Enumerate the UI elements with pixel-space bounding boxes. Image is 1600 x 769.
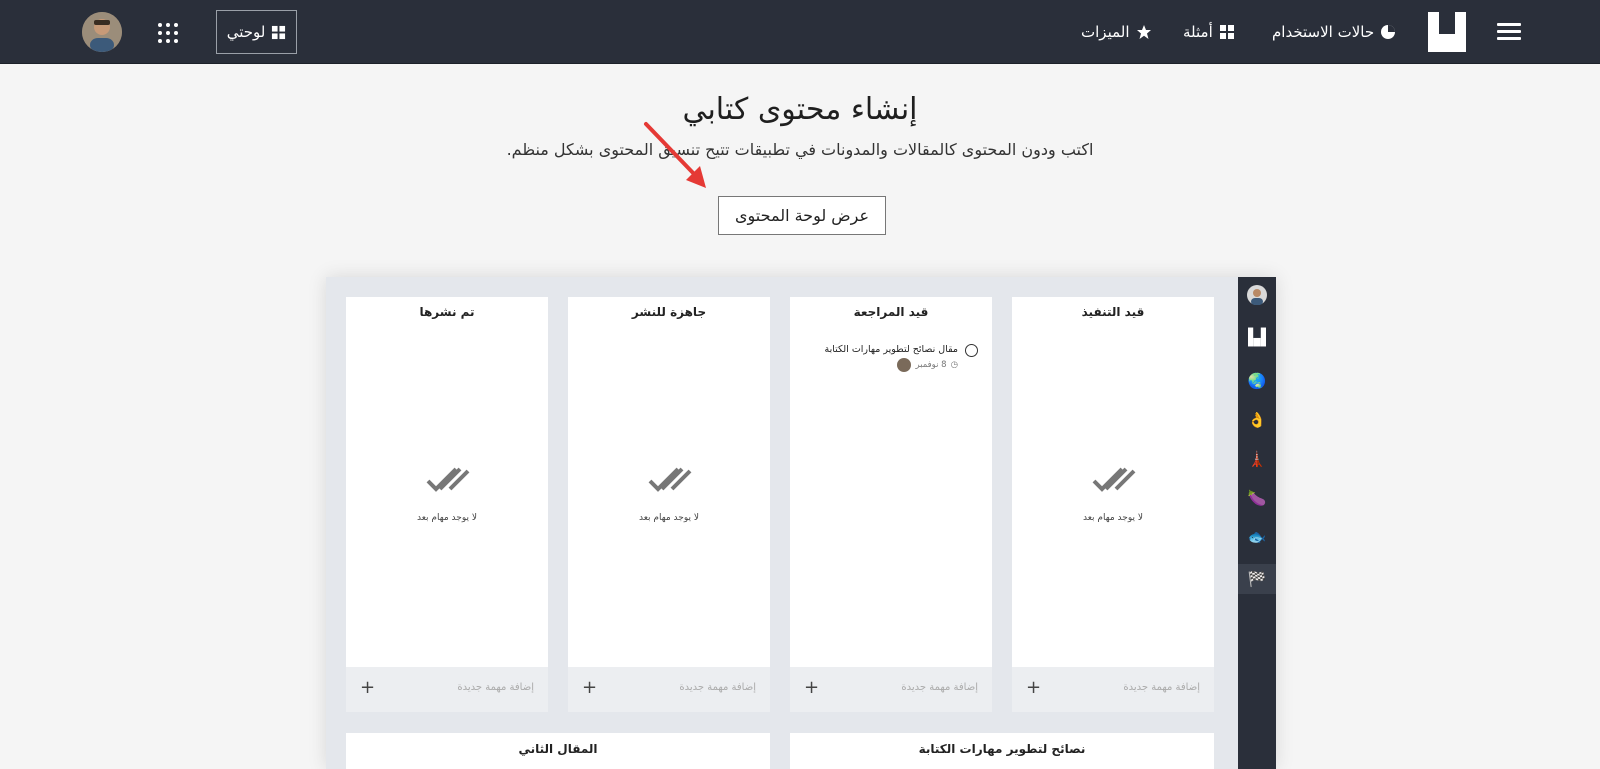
empty-state-text: لا يوجد مهام بعد bbox=[1082, 513, 1143, 523]
nav-examples[interactable]: أمثلة bbox=[1183, 20, 1235, 44]
avatar[interactable] bbox=[1247, 285, 1267, 305]
add-task-label: إضافة مهمة جديدة bbox=[679, 682, 756, 693]
add-task-row[interactable]: إضافة مهمة جديدة + bbox=[790, 667, 992, 712]
globe-icon[interactable]: 🌏 bbox=[1247, 371, 1267, 391]
board-card[interactable]: المقال الثاني bbox=[346, 733, 770, 769]
add-task-row[interactable]: إضافة مهمة جديدة + bbox=[1012, 667, 1214, 712]
task-title: مقال نصائح لتطوير مهارات الكتابة bbox=[824, 344, 958, 355]
checkered-flag-icon[interactable]: 🏁 bbox=[1238, 564, 1276, 594]
apps-grid-icon[interactable] bbox=[158, 23, 178, 43]
task-checkbox[interactable] bbox=[965, 344, 978, 357]
avatar bbox=[897, 358, 912, 372]
logo-icon[interactable] bbox=[1428, 12, 1466, 52]
double-check-icon bbox=[426, 467, 470, 492]
clock-icon: ◷ bbox=[950, 360, 958, 370]
column-title: تم نشرها bbox=[419, 305, 475, 319]
top-navbar: حالات الاستخدام أمثلة الميزات لوحتي bbox=[0, 0, 1600, 64]
star-icon bbox=[1136, 25, 1151, 39]
add-task-row[interactable]: إضافة مهمة جديدة + bbox=[568, 667, 770, 712]
page-subtitle: اكتب ودون المحتوى كالمقالات والمدونات في… bbox=[506, 140, 1094, 159]
grid-icon bbox=[272, 25, 286, 39]
add-task-row[interactable]: إضافة مهمة جديدة + bbox=[346, 667, 548, 712]
card-title: المقال الثاني bbox=[518, 742, 598, 756]
eggplant-icon[interactable]: 🍆 bbox=[1247, 488, 1267, 508]
nav-features-label: الميزات bbox=[1081, 23, 1130, 41]
board-card[interactable]: نصائح لتطوير مهارات الكتابة bbox=[790, 733, 1214, 769]
menu-icon[interactable] bbox=[1497, 23, 1521, 41]
nav-use-cases-label: حالات الاستخدام bbox=[1272, 23, 1375, 41]
plus-icon[interactable]: + bbox=[804, 677, 819, 698]
column-title: قيد المراجعة bbox=[853, 305, 929, 319]
add-task-label: إضافة مهمة جديدة bbox=[1123, 682, 1200, 693]
card-title: نصائح لتطوير مهارات الكتابة bbox=[918, 742, 1086, 756]
nav-use-cases[interactable]: حالات الاستخدام bbox=[1272, 20, 1396, 44]
double-check-icon bbox=[648, 467, 692, 492]
tower-icon[interactable]: 🗼 bbox=[1247, 449, 1267, 469]
column-title: قيد التنفيذ bbox=[1081, 305, 1145, 319]
plus-icon[interactable]: + bbox=[1026, 677, 1041, 698]
page-title: إنشاء محتوى كتابي bbox=[682, 92, 918, 127]
board-column: جاهزة للنشر لا يوجد مهام بعد إضافة مهمة … bbox=[568, 297, 770, 712]
fish-icon[interactable]: 🐟 bbox=[1247, 527, 1267, 547]
add-task-label: إضافة مهمة جديدة bbox=[457, 682, 534, 693]
plus-icon[interactable]: + bbox=[582, 677, 597, 698]
task-date: 8 نوفمبر bbox=[915, 360, 947, 370]
grid-icon bbox=[1219, 25, 1234, 39]
my-board-button[interactable]: لوحتي bbox=[216, 10, 297, 54]
task-meta: ◷ 8 نوفمبر bbox=[897, 358, 958, 372]
annotation-arrow-icon bbox=[644, 122, 706, 188]
empty-state-text: لا يوجد مهام بعد bbox=[638, 513, 699, 523]
board-sidebar: 🌏 👌 🗼 🍆 🐟 🏁 bbox=[1238, 277, 1276, 769]
empty-state-text: لا يوجد مهام بعد bbox=[416, 513, 477, 523]
pie-chart-icon bbox=[1381, 25, 1396, 39]
double-check-icon bbox=[1092, 467, 1136, 492]
ok-hand-icon[interactable]: 👌 bbox=[1247, 410, 1267, 430]
board-column: تم نشرها لا يوجد مهام بعد إضافة مهمة جدي… bbox=[346, 297, 548, 712]
column-title: جاهزة للنشر bbox=[631, 305, 707, 319]
plus-icon[interactable]: + bbox=[360, 677, 375, 698]
board-column: قيد المراجعة مقال نصائح لتطوير مهارات ال… bbox=[790, 297, 992, 712]
my-board-label: لوحتي bbox=[226, 23, 266, 41]
board-column: قيد التنفيذ لا يوجد مهام بعد إضافة مهمة … bbox=[1012, 297, 1214, 712]
avatar[interactable] bbox=[82, 12, 122, 52]
add-task-label: إضافة مهمة جديدة bbox=[901, 682, 978, 693]
view-content-board-button[interactable]: عرض لوحة المحتوى bbox=[718, 196, 886, 235]
nav-examples-label: أمثلة bbox=[1183, 23, 1213, 41]
logo-icon[interactable] bbox=[1247, 327, 1267, 347]
nav-features[interactable]: الميزات bbox=[1081, 20, 1152, 44]
